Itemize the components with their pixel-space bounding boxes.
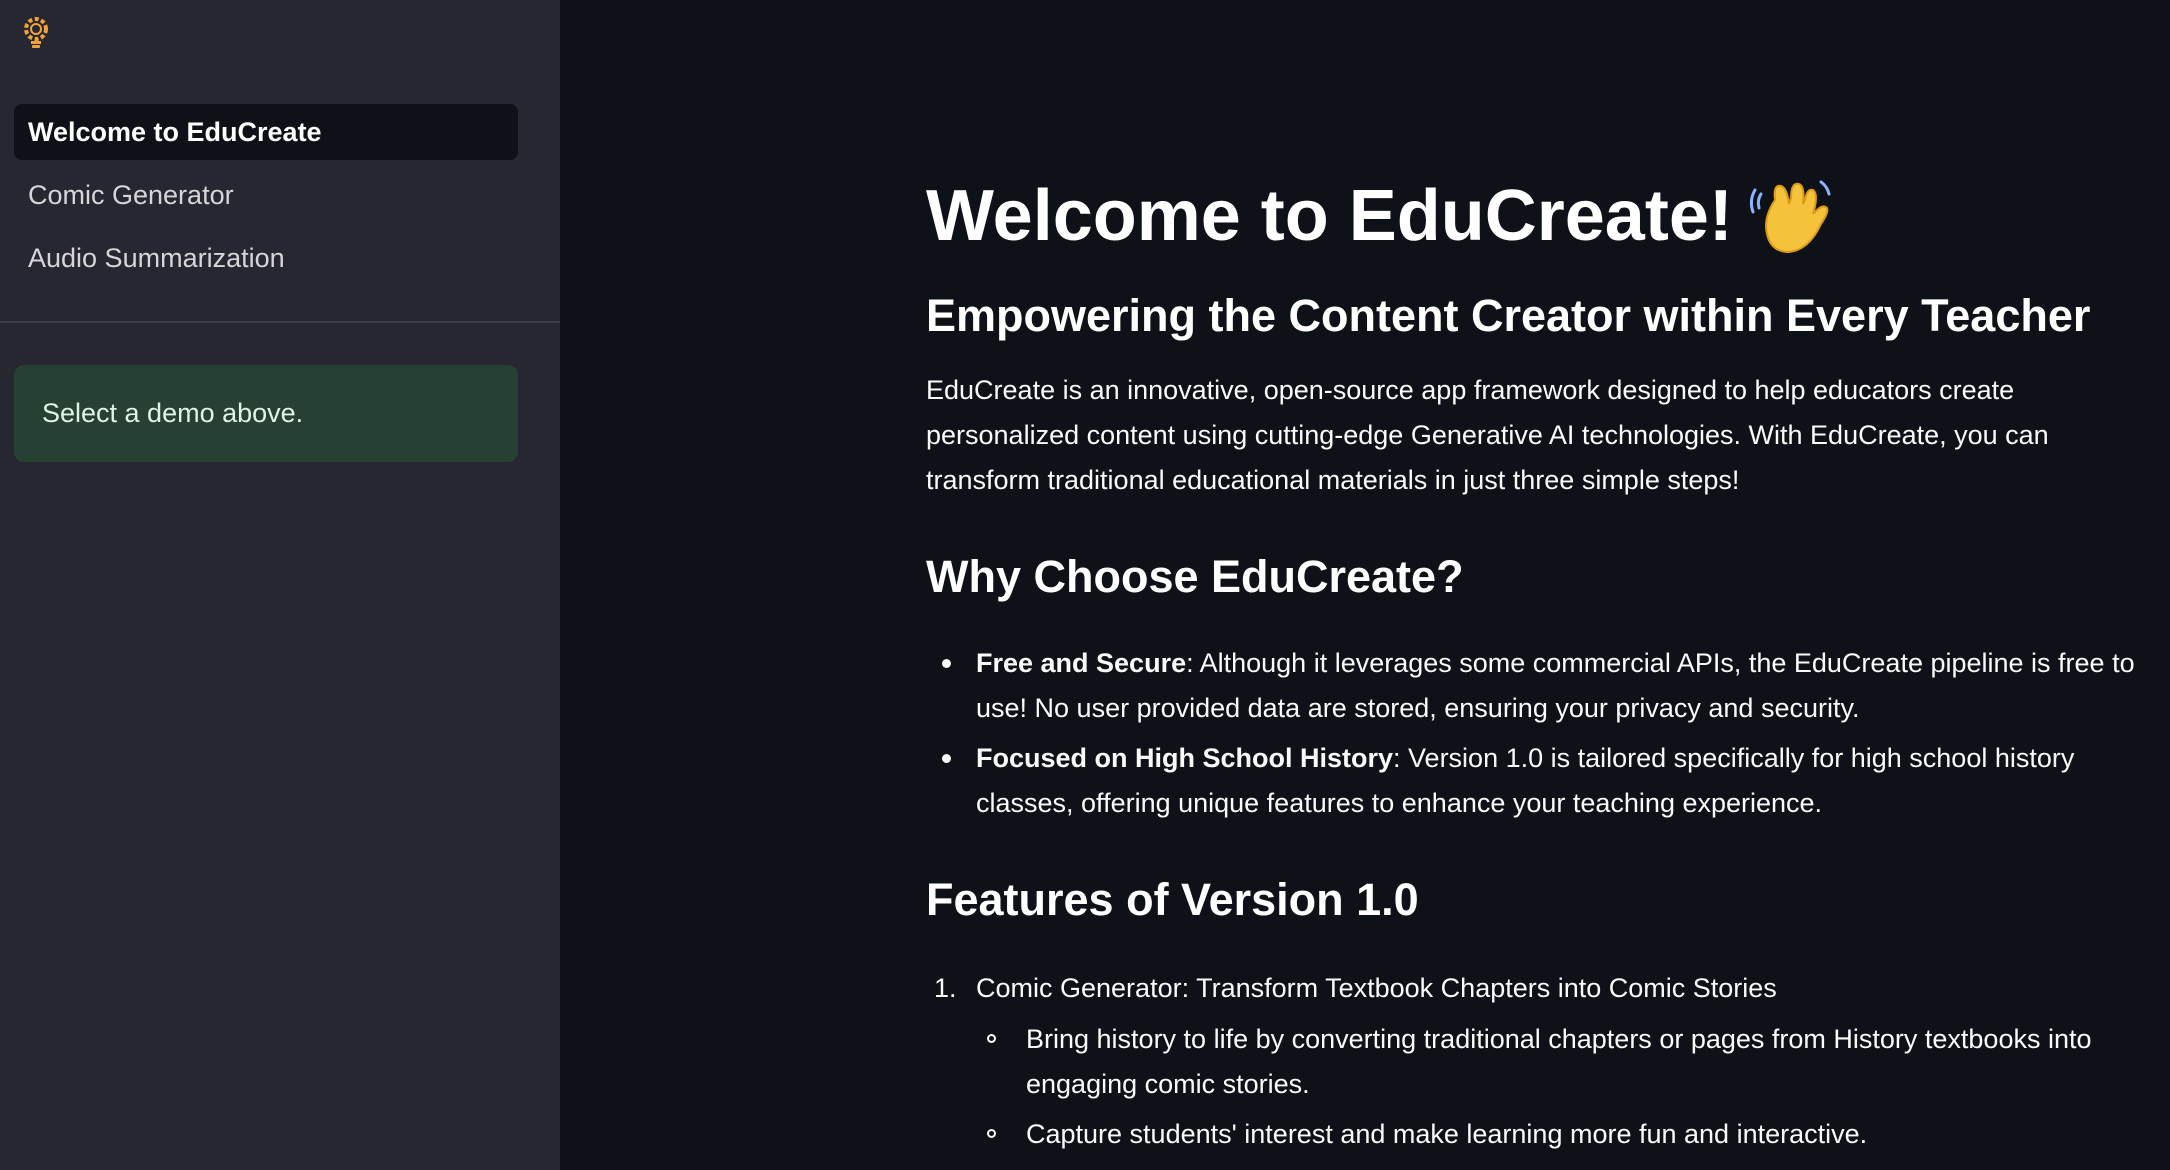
list-item: Free and Secure: Although it leverages s… bbox=[942, 641, 2136, 731]
sidebar-item-comic-generator[interactable]: Comic Generator bbox=[14, 167, 518, 223]
page-title-text: Welcome to EduCreate! bbox=[926, 176, 1733, 256]
lightbulb-gear-icon[interactable] bbox=[18, 14, 54, 50]
features-list: 1. Comic Generator: Transform Textbook C… bbox=[926, 966, 2136, 1157]
sidebar-item-audio-summarization[interactable]: Audio Summarization bbox=[14, 230, 518, 286]
reasons-list: Free and Secure: Although it leverages s… bbox=[926, 641, 2136, 826]
info-alert: Select a demo above. bbox=[14, 365, 518, 462]
list-item: Focused on High School History: Version … bbox=[942, 736, 2136, 826]
content-column: Welcome to EduCreate! Empowering the Con… bbox=[926, 170, 2136, 1162]
why-heading: Why Choose EduCreate? bbox=[926, 551, 1464, 602]
page-subtitle: Empowering the Content Creator within Ev… bbox=[926, 290, 2091, 341]
info-alert-text: Select a demo above. bbox=[42, 398, 304, 428]
app-root: Welcome to EduCreate Comic Generator Aud… bbox=[0, 0, 2170, 1170]
intro-paragraph: EduCreate is an innovative, open-source … bbox=[926, 375, 2049, 495]
feature-point: Capture students' interest and make lear… bbox=[987, 1112, 2136, 1157]
reason-title: Free and Secure bbox=[976, 648, 1187, 678]
main-content: Welcome to EduCreate! Empowering the Con… bbox=[560, 0, 2170, 1170]
reason-title: Focused on High School History bbox=[976, 743, 1394, 773]
sidebar-nav: Welcome to EduCreate Comic Generator Aud… bbox=[14, 104, 518, 293]
feature-label: Comic Generator: Transform Textbook Chap… bbox=[976, 973, 1777, 1003]
sidebar: Welcome to EduCreate Comic Generator Aud… bbox=[0, 0, 560, 1170]
feature-points: Bring history to life by converting trad… bbox=[976, 1017, 2136, 1157]
sidebar-divider bbox=[0, 321, 560, 323]
sidebar-item-welcome[interactable]: Welcome to EduCreate bbox=[14, 104, 518, 160]
feature-point: Bring history to life by converting trad… bbox=[987, 1017, 2136, 1107]
page-title: Welcome to EduCreate! bbox=[926, 170, 2136, 262]
features-heading: Features of Version 1.0 bbox=[926, 874, 1419, 925]
waving-hand-icon bbox=[1747, 170, 1839, 262]
feature-number: 1. bbox=[934, 973, 957, 1003]
feature-item: 1. Comic Generator: Transform Textbook C… bbox=[934, 966, 2136, 1157]
